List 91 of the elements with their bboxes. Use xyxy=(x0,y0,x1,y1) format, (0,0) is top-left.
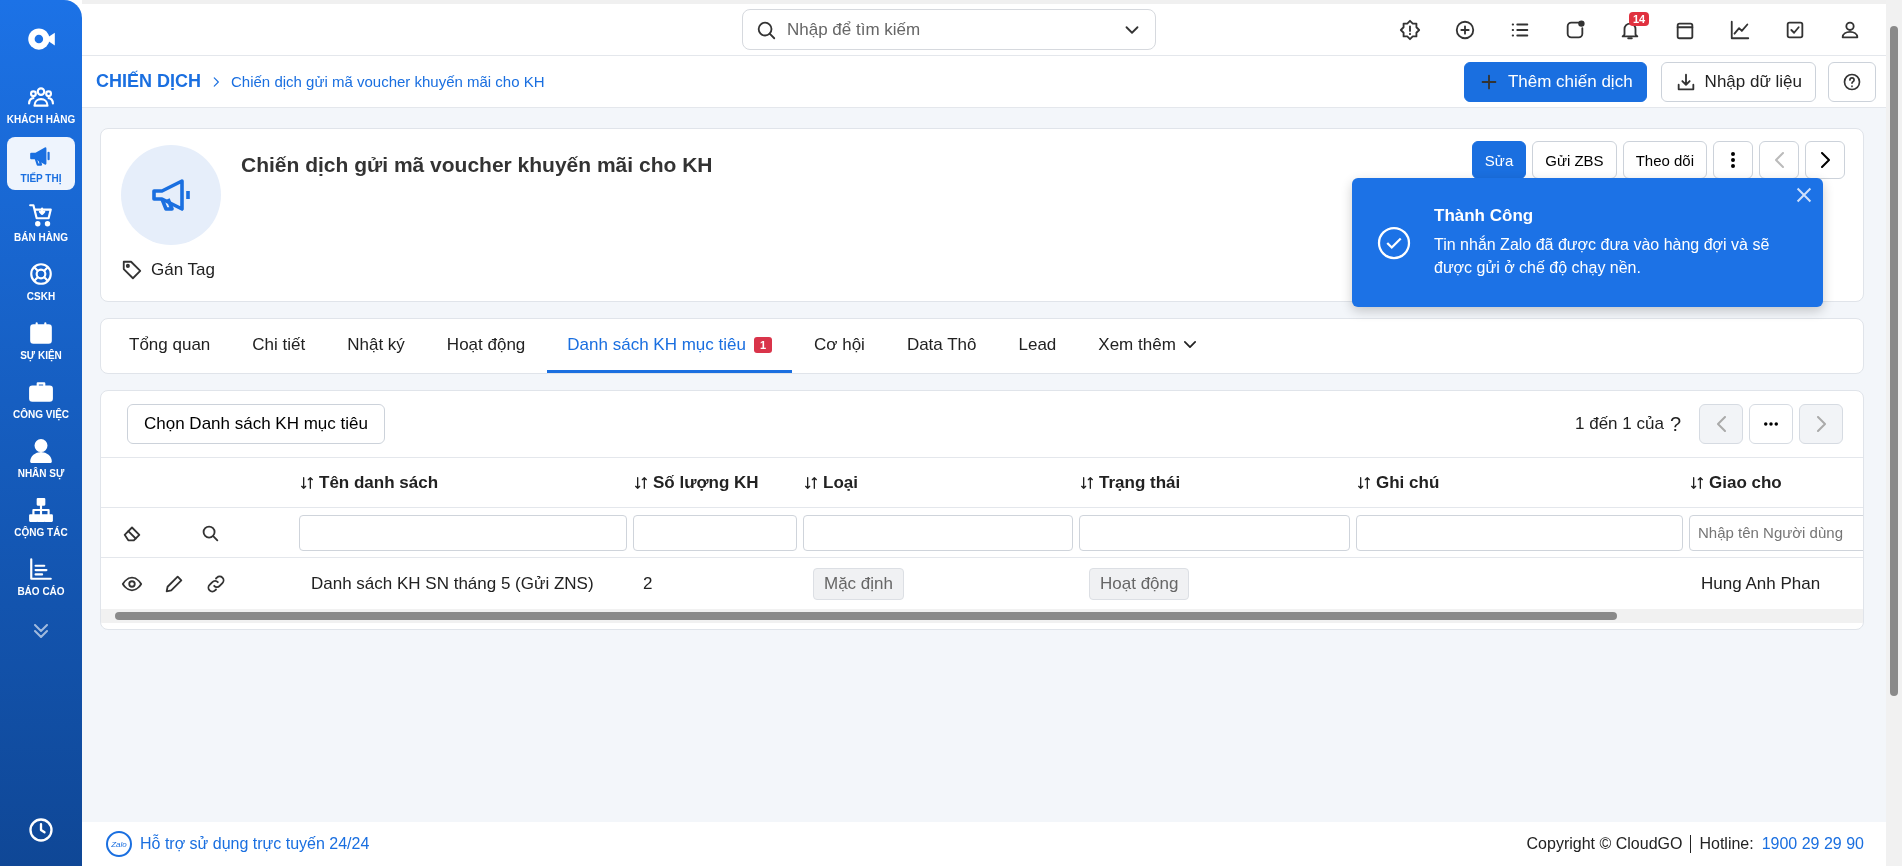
tab[interactable]: Chi tiết xyxy=(232,319,326,373)
check-circle-icon xyxy=(1376,224,1412,261)
notification-button[interactable]: 14 xyxy=(1602,9,1657,50)
tab[interactable]: Lead xyxy=(998,319,1077,373)
sidebar-item[interactable]: SỰ KIỆN xyxy=(7,314,75,367)
breadcrumb-link[interactable]: Chiến dịch gửi mã voucher khuyến mãi cho KH xyxy=(231,73,545,90)
sidebar-item[interactable]: CSKH xyxy=(7,255,75,308)
help-button[interactable] xyxy=(1828,61,1876,102)
filter-field[interactable] xyxy=(633,514,797,551)
hierarchy-icon xyxy=(28,497,54,523)
status-tag: Mặc định xyxy=(813,567,904,600)
vertical-scrollbar[interactable] xyxy=(1886,0,1902,866)
calendar-icon xyxy=(28,320,54,346)
filter-field[interactable] xyxy=(1079,514,1350,551)
sort-icon[interactable] xyxy=(1689,474,1705,491)
filter-field[interactable] xyxy=(299,514,627,551)
sidebar-item[interactable]: TIẾP THỊ xyxy=(7,137,75,190)
sidebar-item[interactable]: BÁO CÁO xyxy=(7,550,75,603)
tab[interactable]: Hoạt động xyxy=(426,319,546,373)
action-button[interactable]: Gửi ZBS xyxy=(1532,141,1617,179)
action-button[interactable]: Sửa xyxy=(1471,141,1527,179)
add-campaign-button[interactable]: Thêm chiến dịch xyxy=(1463,61,1647,102)
action-button[interactable]: Theo dõi xyxy=(1622,141,1707,179)
kebab-icon xyxy=(1731,152,1735,168)
sidebar-item[interactable]: BÁN HÀNG xyxy=(7,196,75,249)
filter-field[interactable] xyxy=(1356,514,1683,551)
status-tag: Hoạt động xyxy=(1089,567,1190,600)
chart-icon xyxy=(28,556,54,582)
search-field[interactable]: Nhập để tìm kiếm xyxy=(742,9,1156,50)
zalo-logo: Zalo xyxy=(106,831,132,857)
tab[interactable]: Nhật ký xyxy=(327,319,425,373)
help-mark[interactable]: ? xyxy=(1669,412,1681,436)
table-cell: Hung Anh Phan xyxy=(1701,573,1821,594)
sidebar-item[interactable]: CỘNG TÁC xyxy=(7,491,75,544)
toast-title: Thành Công xyxy=(1434,206,1535,227)
column-header[interactable]: Ghi chú xyxy=(1376,472,1440,493)
sort-icon[interactable] xyxy=(633,474,649,491)
megaphone-icon xyxy=(152,176,190,214)
more-button[interactable] xyxy=(1713,141,1753,179)
filter-field[interactable]: Nhập tên Người dùng xyxy=(1689,514,1863,551)
plus-circle-icon xyxy=(1453,18,1476,41)
column-header[interactable]: Số lượng KH xyxy=(653,472,759,493)
lifebuoy-icon xyxy=(28,261,54,287)
breadcrumb-link[interactable]: CHIẾN DỊCH xyxy=(96,71,201,92)
table-cell: Danh sách KH SN tháng 5 (Gửi ZNS) xyxy=(311,573,594,594)
previous-button[interactable] xyxy=(1759,141,1799,179)
cart-icon xyxy=(28,202,54,228)
tab[interactable]: Cơ hội xyxy=(794,319,885,373)
tab[interactable]: Data Thô xyxy=(886,319,997,373)
tab[interactable]: Danh sách KH mục tiêu 1 xyxy=(547,319,793,373)
tag-link[interactable]: Gán Tag xyxy=(151,260,215,280)
table-cell: 2 xyxy=(643,573,653,594)
sidebar-item[interactable]: NHÂN SỰ xyxy=(7,432,75,485)
next-button[interactable] xyxy=(1805,141,1845,179)
toast-message: Tin nhắn Zalo đã được đưa vào hàng đợi và sẽ được gửi ở chế độ chạy nền. xyxy=(1434,234,1771,278)
filter-field[interactable] xyxy=(803,514,1073,551)
sort-icon[interactable] xyxy=(299,474,315,491)
column-header[interactable]: Loại xyxy=(823,472,858,493)
chevron-right-icon xyxy=(1816,416,1826,432)
support-link[interactable]: Hỗ trợ sử dụng trực tuyến 24/24 xyxy=(140,835,370,853)
choose-list-button[interactable]: Chọn Danh sách KH mục tiêu xyxy=(127,404,385,444)
sidebar-item[interactable]: CÔNG VIỆC xyxy=(7,373,75,426)
chevron-left-icon xyxy=(1774,152,1784,168)
tab[interactable]: Tổng quan xyxy=(109,319,231,373)
ellipsis-icon xyxy=(1764,422,1778,426)
record-title: Chiến dịch gửi mã voucher khuyến mãi cho KH xyxy=(241,153,713,178)
copyright-text: Copyright © CloudGO xyxy=(1526,835,1683,853)
tag-icon xyxy=(121,259,143,281)
sort-icon[interactable] xyxy=(803,474,819,491)
tab[interactable]: Xem thêm xyxy=(1078,319,1216,373)
person-icon xyxy=(28,438,54,464)
people-icon xyxy=(28,84,54,110)
hotline-label: Hotline: xyxy=(1699,835,1754,853)
horizontal-scrollbar[interactable] xyxy=(101,609,1863,623)
column-header[interactable]: Trạng thái xyxy=(1099,472,1181,493)
sort-icon[interactable] xyxy=(1079,474,1095,491)
column-header[interactable]: Giao cho xyxy=(1709,472,1782,493)
line-chart-icon xyxy=(1728,18,1751,41)
import-button[interactable]: Nhập dữ liệu xyxy=(1660,61,1816,102)
sort-icon[interactable] xyxy=(1356,474,1372,491)
alert-icon xyxy=(1398,18,1421,41)
notification-badge: 14 xyxy=(1629,11,1650,26)
chevron-left-icon xyxy=(1716,416,1726,432)
pagination-text: 1 đến 1 của xyxy=(1575,414,1664,434)
chevron-right-icon xyxy=(1820,152,1830,168)
clock-icon[interactable] xyxy=(27,816,55,844)
column-header[interactable]: Tên danh sách xyxy=(319,472,439,493)
hotline-link[interactable]: 1900 29 29 90 xyxy=(1761,835,1864,853)
count-badge: 1 xyxy=(753,336,773,353)
briefcase-icon xyxy=(28,379,54,405)
sidebar-item[interactable]: KHÁCH HÀNG xyxy=(7,78,75,131)
